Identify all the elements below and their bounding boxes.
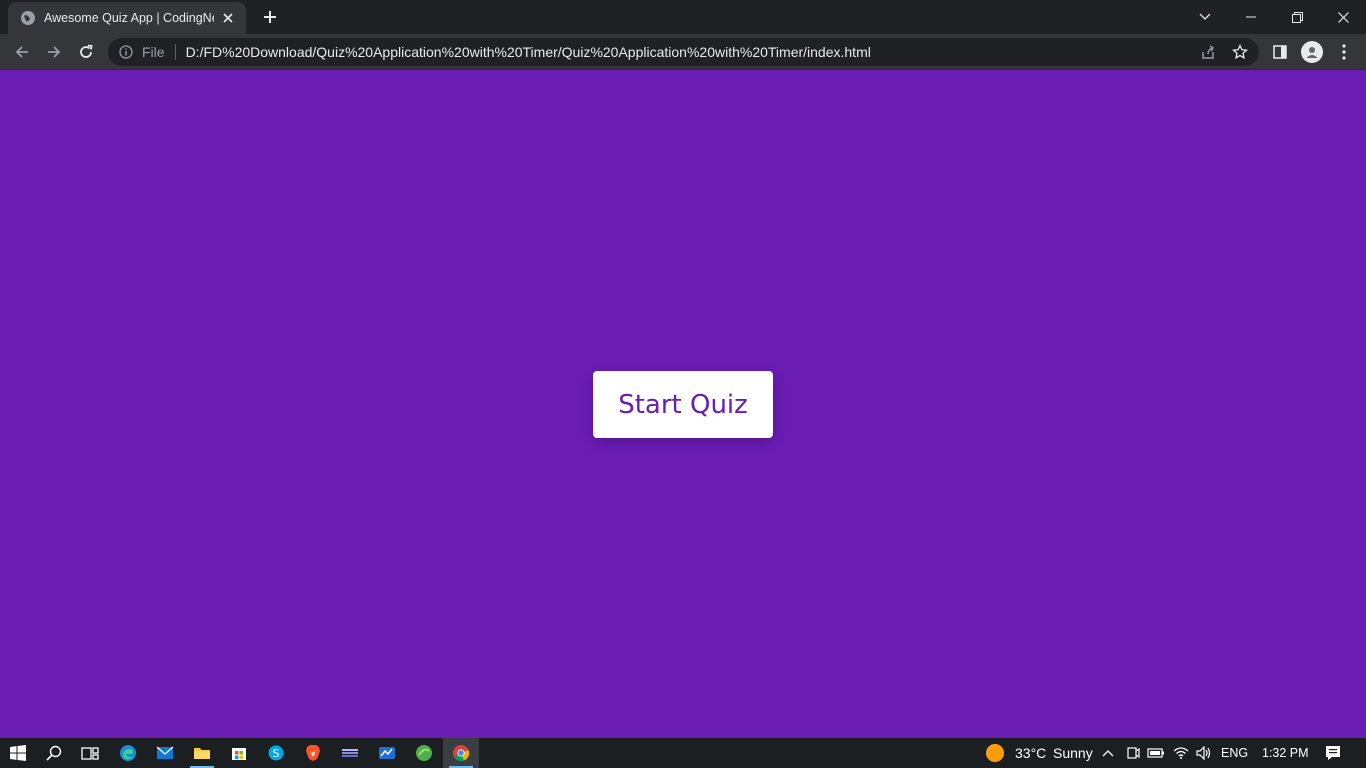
- meet-now-icon[interactable]: [1123, 738, 1143, 768]
- profile-avatar[interactable]: [1301, 41, 1323, 63]
- back-button[interactable]: [8, 38, 36, 66]
- tab-search-icon[interactable]: [1182, 0, 1228, 34]
- share-icon[interactable]: [1198, 42, 1218, 62]
- bookmark-star-icon[interactable]: [1230, 42, 1250, 62]
- microsoft-store-icon[interactable]: [221, 738, 257, 768]
- chrome-icon[interactable]: [443, 738, 479, 768]
- wifi-icon[interactable]: [1171, 738, 1191, 768]
- quiz-page: Start Quiz: [0, 71, 1366, 738]
- close-window-button[interactable]: [1320, 0, 1366, 34]
- app-icon[interactable]: [369, 738, 405, 768]
- notifications-icon[interactable]: [1323, 738, 1343, 768]
- task-view-icon[interactable]: [72, 738, 108, 768]
- chevron-up-icon[interactable]: [1098, 738, 1118, 768]
- edge-icon[interactable]: [110, 738, 146, 768]
- scheme-label: File: [142, 44, 165, 60]
- battery-icon[interactable]: [1146, 738, 1166, 768]
- input-language[interactable]: ENG: [1221, 738, 1248, 768]
- weather-description[interactable]: Sunny: [1053, 738, 1093, 768]
- browser-toolbar: File D:/FD%20Download/Quiz%20Application…: [0, 34, 1366, 70]
- side-panel-icon[interactable]: [1266, 38, 1294, 66]
- search-icon[interactable]: [36, 738, 72, 768]
- file-explorer-icon[interactable]: [184, 738, 220, 768]
- brave-icon[interactable]: [295, 738, 331, 768]
- app-icon[interactable]: [406, 738, 442, 768]
- skype-icon[interactable]: S: [258, 738, 294, 768]
- address-bar[interactable]: File D:/FD%20Download/Quiz%20Application…: [108, 38, 1259, 66]
- windows-taskbar: S 33°C Sunny ENG 1:32 PM: [0, 738, 1366, 768]
- volume-icon[interactable]: [1194, 738, 1214, 768]
- start-quiz-button[interactable]: Start Quiz: [593, 371, 773, 438]
- url-text[interactable]: D:/FD%20Download/Quiz%20Application%20wi…: [186, 44, 871, 60]
- browser-tab[interactable]: Awesome Quiz App | CodingNepal: [8, 2, 246, 34]
- new-tab-button[interactable]: [258, 6, 282, 28]
- weather-temperature[interactable]: 33°C: [1015, 738, 1046, 768]
- more-menu-icon[interactable]: [1330, 38, 1358, 66]
- sun-weather-icon[interactable]: [984, 738, 1006, 768]
- reload-button[interactable]: [72, 38, 100, 66]
- close-icon[interactable]: [220, 10, 236, 26]
- svg-text:S: S: [273, 747, 280, 760]
- tab-title: Awesome Quiz App | CodingNepal: [44, 11, 214, 25]
- info-icon[interactable]: [118, 44, 134, 60]
- minimize-button[interactable]: [1228, 0, 1274, 34]
- browser-tab-strip: Awesome Quiz App | CodingNepal: [0, 0, 1366, 34]
- windows-start-icon[interactable]: [0, 738, 36, 768]
- forward-button[interactable]: [40, 38, 68, 66]
- clock-time[interactable]: 1:32 PM: [1262, 738, 1309, 768]
- app-icon[interactable]: [332, 738, 368, 768]
- restore-button[interactable]: [1274, 0, 1320, 34]
- address-divider: [174, 44, 176, 60]
- globe-icon: [20, 10, 36, 26]
- mail-icon[interactable]: [147, 738, 183, 768]
